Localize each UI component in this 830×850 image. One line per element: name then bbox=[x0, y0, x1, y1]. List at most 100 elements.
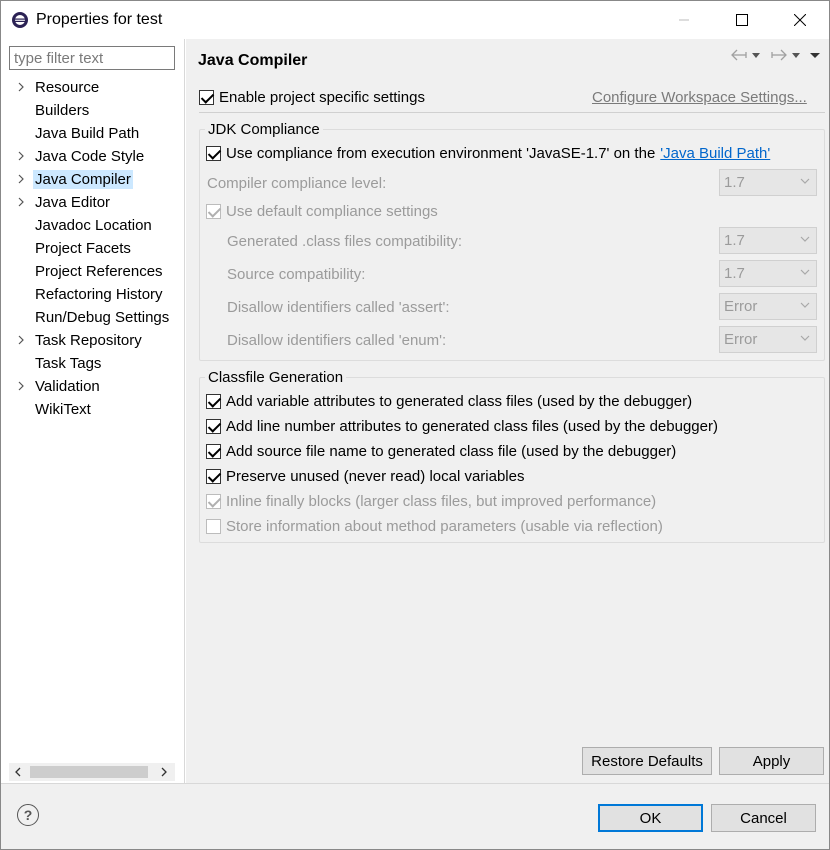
tree-item[interactable]: Java Build Path bbox=[1, 122, 185, 145]
classfile-option-label: Inline finally blocks (larger class file… bbox=[226, 493, 657, 510]
tree-item[interactable]: Project References bbox=[1, 260, 185, 283]
back-arrow-icon[interactable] bbox=[731, 49, 747, 61]
horizontal-scrollbar[interactable] bbox=[9, 763, 175, 781]
use-default-checkbox[interactable] bbox=[206, 204, 221, 219]
tree-item-label: Task Repository bbox=[35, 332, 142, 349]
tree-item[interactable]: Project Facets bbox=[1, 237, 185, 260]
classfile-option-checkbox[interactable] bbox=[206, 394, 221, 409]
generated-class-select[interactable]: 1.7 bbox=[719, 227, 817, 254]
classfile-generation-legend: Classfile Generation bbox=[205, 369, 347, 386]
classfile-option-label: Preserve unused (never read) local varia… bbox=[226, 468, 525, 485]
tree-item[interactable]: Java Code Style bbox=[1, 145, 185, 168]
source-compat-select[interactable]: 1.7 bbox=[719, 260, 817, 287]
apply-button[interactable]: Apply bbox=[719, 747, 824, 775]
close-button[interactable] bbox=[771, 1, 829, 39]
back-menu-icon[interactable] bbox=[751, 51, 761, 59]
classfile-option-label: Add line number attributes to generated … bbox=[226, 418, 718, 435]
classfile-option-label: Add variable attributes to generated cla… bbox=[226, 393, 693, 410]
tree-item[interactable]: Javadoc Location bbox=[1, 214, 185, 237]
tree-item-label: WikiText bbox=[35, 401, 91, 418]
compliance-level-select[interactable]: 1.7 bbox=[719, 169, 817, 196]
maximize-button[interactable] bbox=[713, 1, 771, 39]
scroll-left-icon[interactable] bbox=[11, 765, 25, 779]
tree-item[interactable]: Task Repository bbox=[1, 329, 185, 352]
window-title: Properties for test bbox=[36, 11, 163, 28]
properties-dialog: Properties for test Resource Builders Java… bbox=[0, 0, 830, 850]
compliance-level-label: Compiler compliance level: bbox=[207, 175, 387, 192]
source-compat-value: 1.7 bbox=[724, 265, 745, 282]
generated-class-value: 1.7 bbox=[724, 232, 745, 249]
tree-item-label: Resource bbox=[35, 79, 100, 96]
disallow-assert-select[interactable]: Error bbox=[719, 293, 817, 320]
chevron-down-icon bbox=[800, 335, 810, 341]
use-default-label: Use default compliance settings bbox=[226, 203, 438, 220]
chevron-down-icon bbox=[800, 269, 810, 275]
chevron-right-icon[interactable] bbox=[16, 195, 26, 209]
ok-button[interactable]: OK bbox=[598, 804, 703, 832]
chevron-right-icon[interactable] bbox=[16, 333, 26, 347]
close-icon bbox=[794, 14, 806, 26]
tree-item-label: Project Facets bbox=[35, 240, 131, 257]
configure-workspace-link[interactable]: Configure Workspace Settings... bbox=[592, 89, 807, 106]
classfile-option-row[interactable]: Add line number attributes to generated … bbox=[206, 418, 718, 435]
enable-project-specific-checkbox[interactable] bbox=[199, 90, 214, 105]
tree-item[interactable]: Task Tags bbox=[1, 352, 185, 375]
enable-project-specific-row[interactable]: Enable project specific settings bbox=[199, 89, 425, 106]
enable-project-specific-label: Enable project specific settings bbox=[219, 89, 425, 106]
source-compat-label: Source compatibility: bbox=[227, 266, 366, 283]
chevron-right-icon[interactable] bbox=[16, 149, 26, 163]
use-compliance-checkbox[interactable] bbox=[206, 146, 221, 161]
restore-defaults-button[interactable]: Restore Defaults bbox=[582, 747, 712, 775]
use-default-row[interactable]: Use default compliance settings bbox=[206, 203, 438, 220]
tree-item[interactable]: Validation bbox=[1, 375, 185, 398]
java-build-path-link[interactable]: 'Java Build Path' bbox=[660, 145, 770, 162]
history-nav bbox=[731, 49, 821, 61]
classfile-option-row[interactable]: Add source file name to generated class … bbox=[206, 443, 676, 460]
classfile-option-label: Add source file name to generated class … bbox=[226, 443, 677, 460]
tree-item[interactable]: Refactoring History bbox=[1, 283, 185, 306]
page-title: Java Compiler bbox=[198, 52, 308, 69]
classfile-option-row[interactable]: Add variable attributes to generated cla… bbox=[206, 393, 692, 410]
classfile-option-checkbox[interactable] bbox=[206, 469, 221, 484]
minimize-icon bbox=[679, 19, 689, 21]
chevron-right-icon[interactable] bbox=[16, 379, 26, 393]
tree-item[interactable]: Builders bbox=[1, 99, 185, 122]
scroll-right-icon[interactable] bbox=[157, 765, 171, 779]
tree-item-label: Java Code Style bbox=[35, 148, 145, 165]
tree-item[interactable]: Java Editor bbox=[1, 191, 185, 214]
classfile-option-checkbox[interactable] bbox=[206, 419, 221, 434]
chevron-right-icon[interactable] bbox=[16, 80, 26, 94]
disallow-assert-label: Disallow identifiers called 'assert': bbox=[227, 299, 450, 316]
tree-item[interactable]: WikiText bbox=[1, 398, 185, 421]
minimize-button[interactable] bbox=[655, 1, 713, 39]
classfile-option-row[interactable]: Inline finally blocks (larger class file… bbox=[206, 493, 656, 510]
tree-item[interactable]: Resource bbox=[1, 76, 185, 99]
help-icon[interactable]: ? bbox=[17, 804, 39, 826]
tree-item[interactable]: Run/Debug Settings bbox=[1, 306, 185, 329]
generated-class-label: Generated .class files compatibility: bbox=[227, 233, 463, 250]
title-bar: Properties for test bbox=[1, 1, 829, 39]
classfile-option-checkbox[interactable] bbox=[206, 519, 221, 534]
filter-input[interactable] bbox=[9, 46, 175, 70]
classfile-option-checkbox[interactable] bbox=[206, 494, 221, 509]
tree-item-label: Project References bbox=[35, 263, 163, 280]
tree-item-label: Java Editor bbox=[35, 194, 111, 211]
tree-item-label: Builders bbox=[35, 102, 90, 119]
forward-menu-icon[interactable] bbox=[791, 51, 801, 59]
disallow-enum-label: Disallow identifiers called 'enum': bbox=[227, 332, 447, 349]
scrollbar-thumb[interactable] bbox=[30, 766, 148, 778]
tree-item-label: Run/Debug Settings bbox=[35, 309, 170, 326]
tree-item-label: Validation bbox=[35, 378, 100, 395]
classfile-option-checkbox[interactable] bbox=[206, 444, 221, 459]
use-compliance-row[interactable]: Use compliance from execution environmen… bbox=[206, 145, 770, 162]
view-menu-icon[interactable] bbox=[809, 51, 821, 59]
disallow-enum-select[interactable]: Error bbox=[719, 326, 817, 353]
classfile-option-row[interactable]: Store information about method parameter… bbox=[206, 518, 663, 535]
tree-item[interactable]: Java Compiler bbox=[1, 168, 185, 191]
page-header: Java Compiler bbox=[186, 39, 829, 77]
chevron-right-icon[interactable] bbox=[16, 172, 26, 186]
forward-arrow-icon[interactable] bbox=[771, 49, 787, 61]
classfile-option-row[interactable]: Preserve unused (never read) local varia… bbox=[206, 468, 524, 485]
tree-item-label: Java Build Path bbox=[35, 125, 140, 142]
cancel-button[interactable]: Cancel bbox=[711, 804, 816, 832]
